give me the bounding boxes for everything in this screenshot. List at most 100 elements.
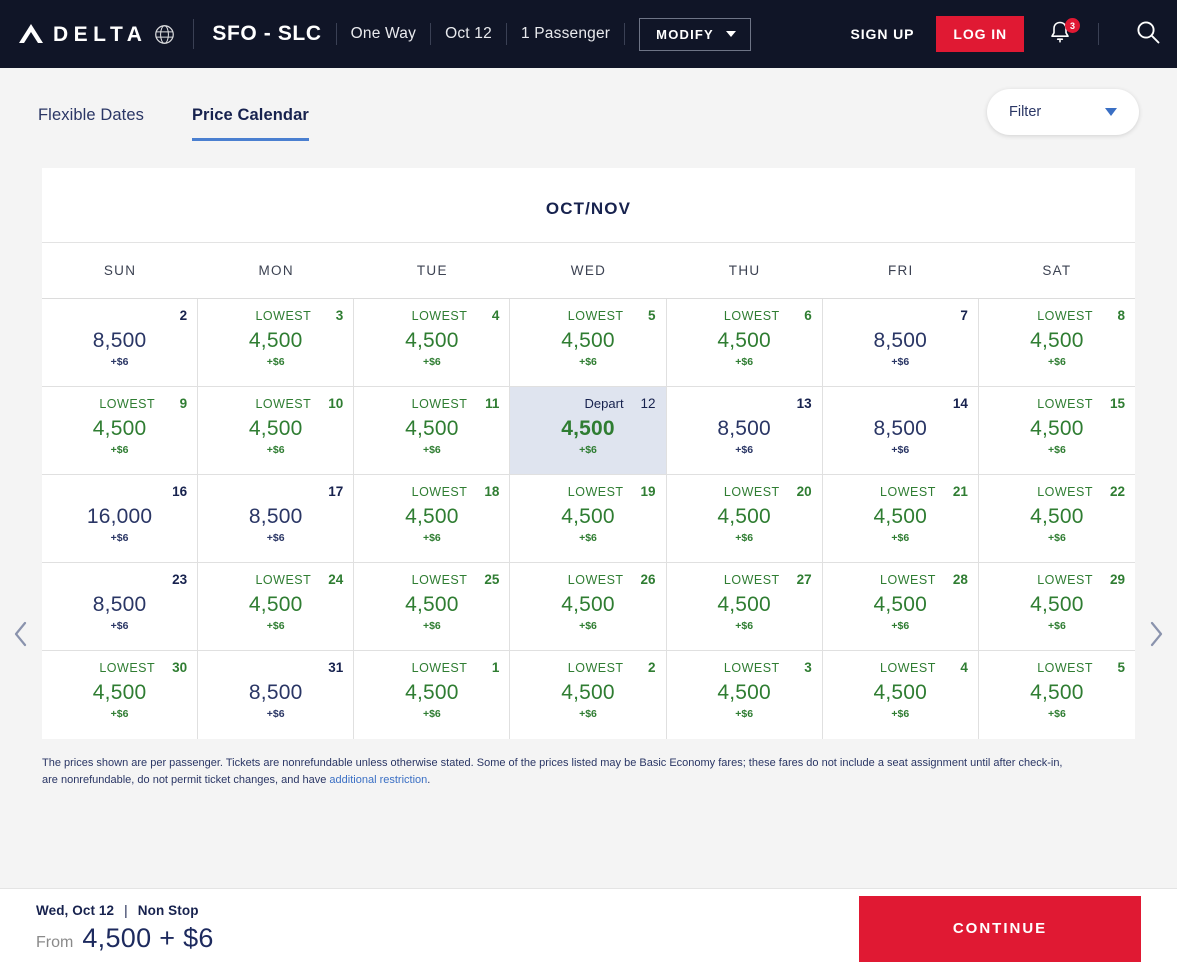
tab-flexible-dates[interactable]: Flexible Dates bbox=[38, 98, 144, 141]
day-number: 17 bbox=[328, 484, 344, 499]
day-number: 18 bbox=[484, 484, 500, 499]
from-label: From bbox=[36, 934, 74, 951]
calendar-day-cell[interactable]: LOWEST 9 4,500 +$6 bbox=[42, 387, 199, 475]
calendar-day-cell[interactable]: LOWEST 26 4,500 +$6 bbox=[510, 563, 667, 651]
calendar-day-cell[interactable]: 23 8,500 +$6 bbox=[42, 563, 199, 651]
day-fee: +$6 bbox=[110, 444, 129, 456]
tab-price-calendar[interactable]: Price Calendar bbox=[191, 98, 309, 141]
day-price: 4,500 bbox=[92, 681, 147, 704]
calendar-day-cell[interactable]: 31 8,500 +$6 bbox=[198, 651, 355, 739]
day-fee: +$6 bbox=[891, 356, 910, 368]
notifications-button[interactable]: 3 bbox=[1048, 18, 1080, 48]
lowest-tag: LOWEST bbox=[99, 661, 156, 675]
cell-header: LOWEST 21 bbox=[833, 484, 968, 501]
day-fee: +$6 bbox=[1048, 620, 1066, 632]
calendar-day-cell[interactable]: 17 8,500 +$6 bbox=[198, 475, 355, 563]
day-fee: +$6 bbox=[579, 620, 597, 632]
calendar-month-title: OCT/NOV bbox=[42, 168, 1135, 243]
day-fee: +$6 bbox=[422, 708, 441, 720]
cell-header: LOWEST 11 bbox=[364, 396, 500, 413]
cell-header: LOWEST 26 bbox=[520, 572, 656, 589]
cell-header: 7 bbox=[833, 308, 968, 325]
chevron-left-icon bbox=[14, 621, 27, 647]
divider bbox=[430, 23, 432, 45]
calendar-day-cell[interactable]: LOWEST 28 4,500 +$6 bbox=[822, 563, 979, 651]
calendar-day-cell[interactable]: LOWEST 1 4,500 +$6 bbox=[354, 651, 511, 739]
next-month-button[interactable] bbox=[1135, 604, 1177, 664]
cell-header: LOWEST 6 bbox=[677, 308, 812, 325]
separator: | bbox=[124, 903, 128, 918]
day-number: 15 bbox=[1109, 396, 1125, 411]
log-in-button[interactable]: LOG IN bbox=[936, 16, 1024, 52]
lowest-tag: LOWEST bbox=[411, 573, 468, 587]
calendar-day-cell[interactable]: LOWEST 18 4,500 +$6 bbox=[354, 475, 511, 563]
tab-label: Price Calendar bbox=[191, 106, 309, 124]
chevron-down-icon bbox=[1105, 108, 1117, 116]
calendar-day-cell[interactable]: 16 16,000 +$6 bbox=[42, 475, 199, 563]
calendar-day-cell[interactable]: LOWEST 8 4,500 +$6 bbox=[978, 299, 1135, 387]
calendar-day-cell[interactable]: LOWEST 19 4,500 +$6 bbox=[510, 475, 667, 563]
delta-logo[interactable]: DELTA bbox=[16, 23, 175, 45]
day-fee: +$6 bbox=[422, 620, 441, 632]
day-price: 4,500 bbox=[561, 505, 615, 528]
modify-search-button[interactable]: MODIFY bbox=[639, 17, 751, 51]
lowest-tag: LOWEST bbox=[1037, 573, 1093, 587]
day-fee: +$6 bbox=[735, 444, 754, 456]
day-fee: +$6 bbox=[266, 620, 285, 632]
calendar-day-cell[interactable]: LOWEST 4 4,500 +$6 bbox=[823, 651, 979, 739]
calendar-day-cell[interactable]: 2 8,500 +$6 bbox=[42, 299, 199, 387]
lowest-tag: LOWEST bbox=[1037, 397, 1093, 411]
calendar-day-cell[interactable]: LOWEST 20 4,500 +$6 bbox=[666, 475, 823, 563]
calendar-day-cell[interactable]: Depart 12 4,500 +$6 bbox=[510, 387, 667, 475]
calendar-day-cell[interactable]: LOWEST 21 4,500 +$6 bbox=[822, 475, 979, 563]
calendar-day-cell[interactable]: LOWEST 30 4,500 +$6 bbox=[42, 651, 199, 739]
calendar-day-cell[interactable]: LOWEST 11 4,500 +$6 bbox=[354, 387, 511, 475]
calendar-day-cell[interactable]: LOWEST 24 4,500 +$6 bbox=[198, 563, 355, 651]
day-fee: +$6 bbox=[891, 620, 910, 632]
calendar-day-cell[interactable]: LOWEST 2 4,500 +$6 bbox=[510, 651, 667, 739]
day-fee: +$6 bbox=[110, 532, 129, 544]
trip-date-label: Oct 12 bbox=[445, 25, 492, 42]
day-number: 29 bbox=[1109, 572, 1125, 587]
lowest-tag: LOWEST bbox=[255, 397, 312, 411]
continue-button[interactable]: CONTINUE bbox=[859, 895, 1141, 962]
day-number: 2 bbox=[648, 660, 656, 675]
calendar-day-cell[interactable]: LOWEST 4 4,500 +$6 bbox=[354, 299, 511, 387]
summary-price-line: From 4,500 + $6 bbox=[36, 923, 214, 954]
calendar-day-cell[interactable]: LOWEST 3 4,500 +$6 bbox=[198, 299, 355, 387]
calendar-day-cell[interactable]: LOWEST 15 4,500 +$6 bbox=[978, 387, 1135, 475]
selection-summary-bar: Wed, Oct 12 | Non Stop From 4,500 + $6 C… bbox=[0, 888, 1177, 968]
day-header-thu: THU bbox=[728, 263, 761, 278]
day-price: 4,500 bbox=[1030, 681, 1084, 704]
calendar-day-cell[interactable]: 7 8,500 +$6 bbox=[822, 299, 979, 387]
sign-up-button[interactable]: SIGN UP bbox=[851, 26, 915, 42]
calendar-day-cell[interactable]: 14 8,500 +$6 bbox=[822, 387, 979, 475]
filter-button-label: Filter bbox=[1009, 104, 1042, 120]
calendar-day-cell[interactable]: LOWEST 27 4,500 +$6 bbox=[666, 563, 823, 651]
previous-month-button[interactable] bbox=[0, 604, 42, 664]
lowest-tag: LOWEST bbox=[1037, 309, 1093, 323]
calendar-day-cell[interactable]: LOWEST 29 4,500 +$6 bbox=[978, 563, 1135, 651]
day-fee: +$6 bbox=[1048, 532, 1066, 544]
day-price: 16,000 bbox=[86, 505, 153, 528]
filter-button[interactable]: Filter bbox=[987, 89, 1139, 135]
calendar-day-cell[interactable]: LOWEST 5 4,500 +$6 bbox=[979, 651, 1135, 739]
day-price: 4,500 bbox=[248, 417, 303, 440]
day-fee: +$6 bbox=[266, 356, 285, 368]
day-fee: +$6 bbox=[891, 532, 910, 544]
calendar-day-cell[interactable]: LOWEST 3 4,500 +$6 bbox=[667, 651, 823, 739]
additional-restriction-link[interactable]: additional restriction bbox=[329, 774, 427, 786]
lowest-tag: LOWEST bbox=[1037, 661, 1093, 675]
calendar-grid: 2 8,500 +$6 LOWEST 3 4,500 +$6 LOWEST 4 4,500 +$6 L… bbox=[42, 299, 1135, 739]
cell-header: 16 bbox=[52, 484, 187, 501]
day-fee: +$6 bbox=[579, 708, 597, 720]
calendar-day-cell[interactable]: LOWEST 25 4,500 +$6 bbox=[354, 563, 511, 651]
cell-header: LOWEST 15 bbox=[989, 396, 1125, 413]
calendar-day-cell[interactable]: LOWEST 6 4,500 +$6 bbox=[666, 299, 823, 387]
calendar-day-cell[interactable]: LOWEST 5 4,500 +$6 bbox=[510, 299, 667, 387]
day-price: 4,500 bbox=[561, 681, 615, 704]
calendar-day-cell[interactable]: LOWEST 10 4,500 +$6 bbox=[198, 387, 355, 475]
calendar-day-cell[interactable]: 13 8,500 +$6 bbox=[666, 387, 823, 475]
search-button[interactable] bbox=[1135, 19, 1161, 50]
calendar-day-cell[interactable]: LOWEST 22 4,500 +$6 bbox=[978, 475, 1135, 563]
